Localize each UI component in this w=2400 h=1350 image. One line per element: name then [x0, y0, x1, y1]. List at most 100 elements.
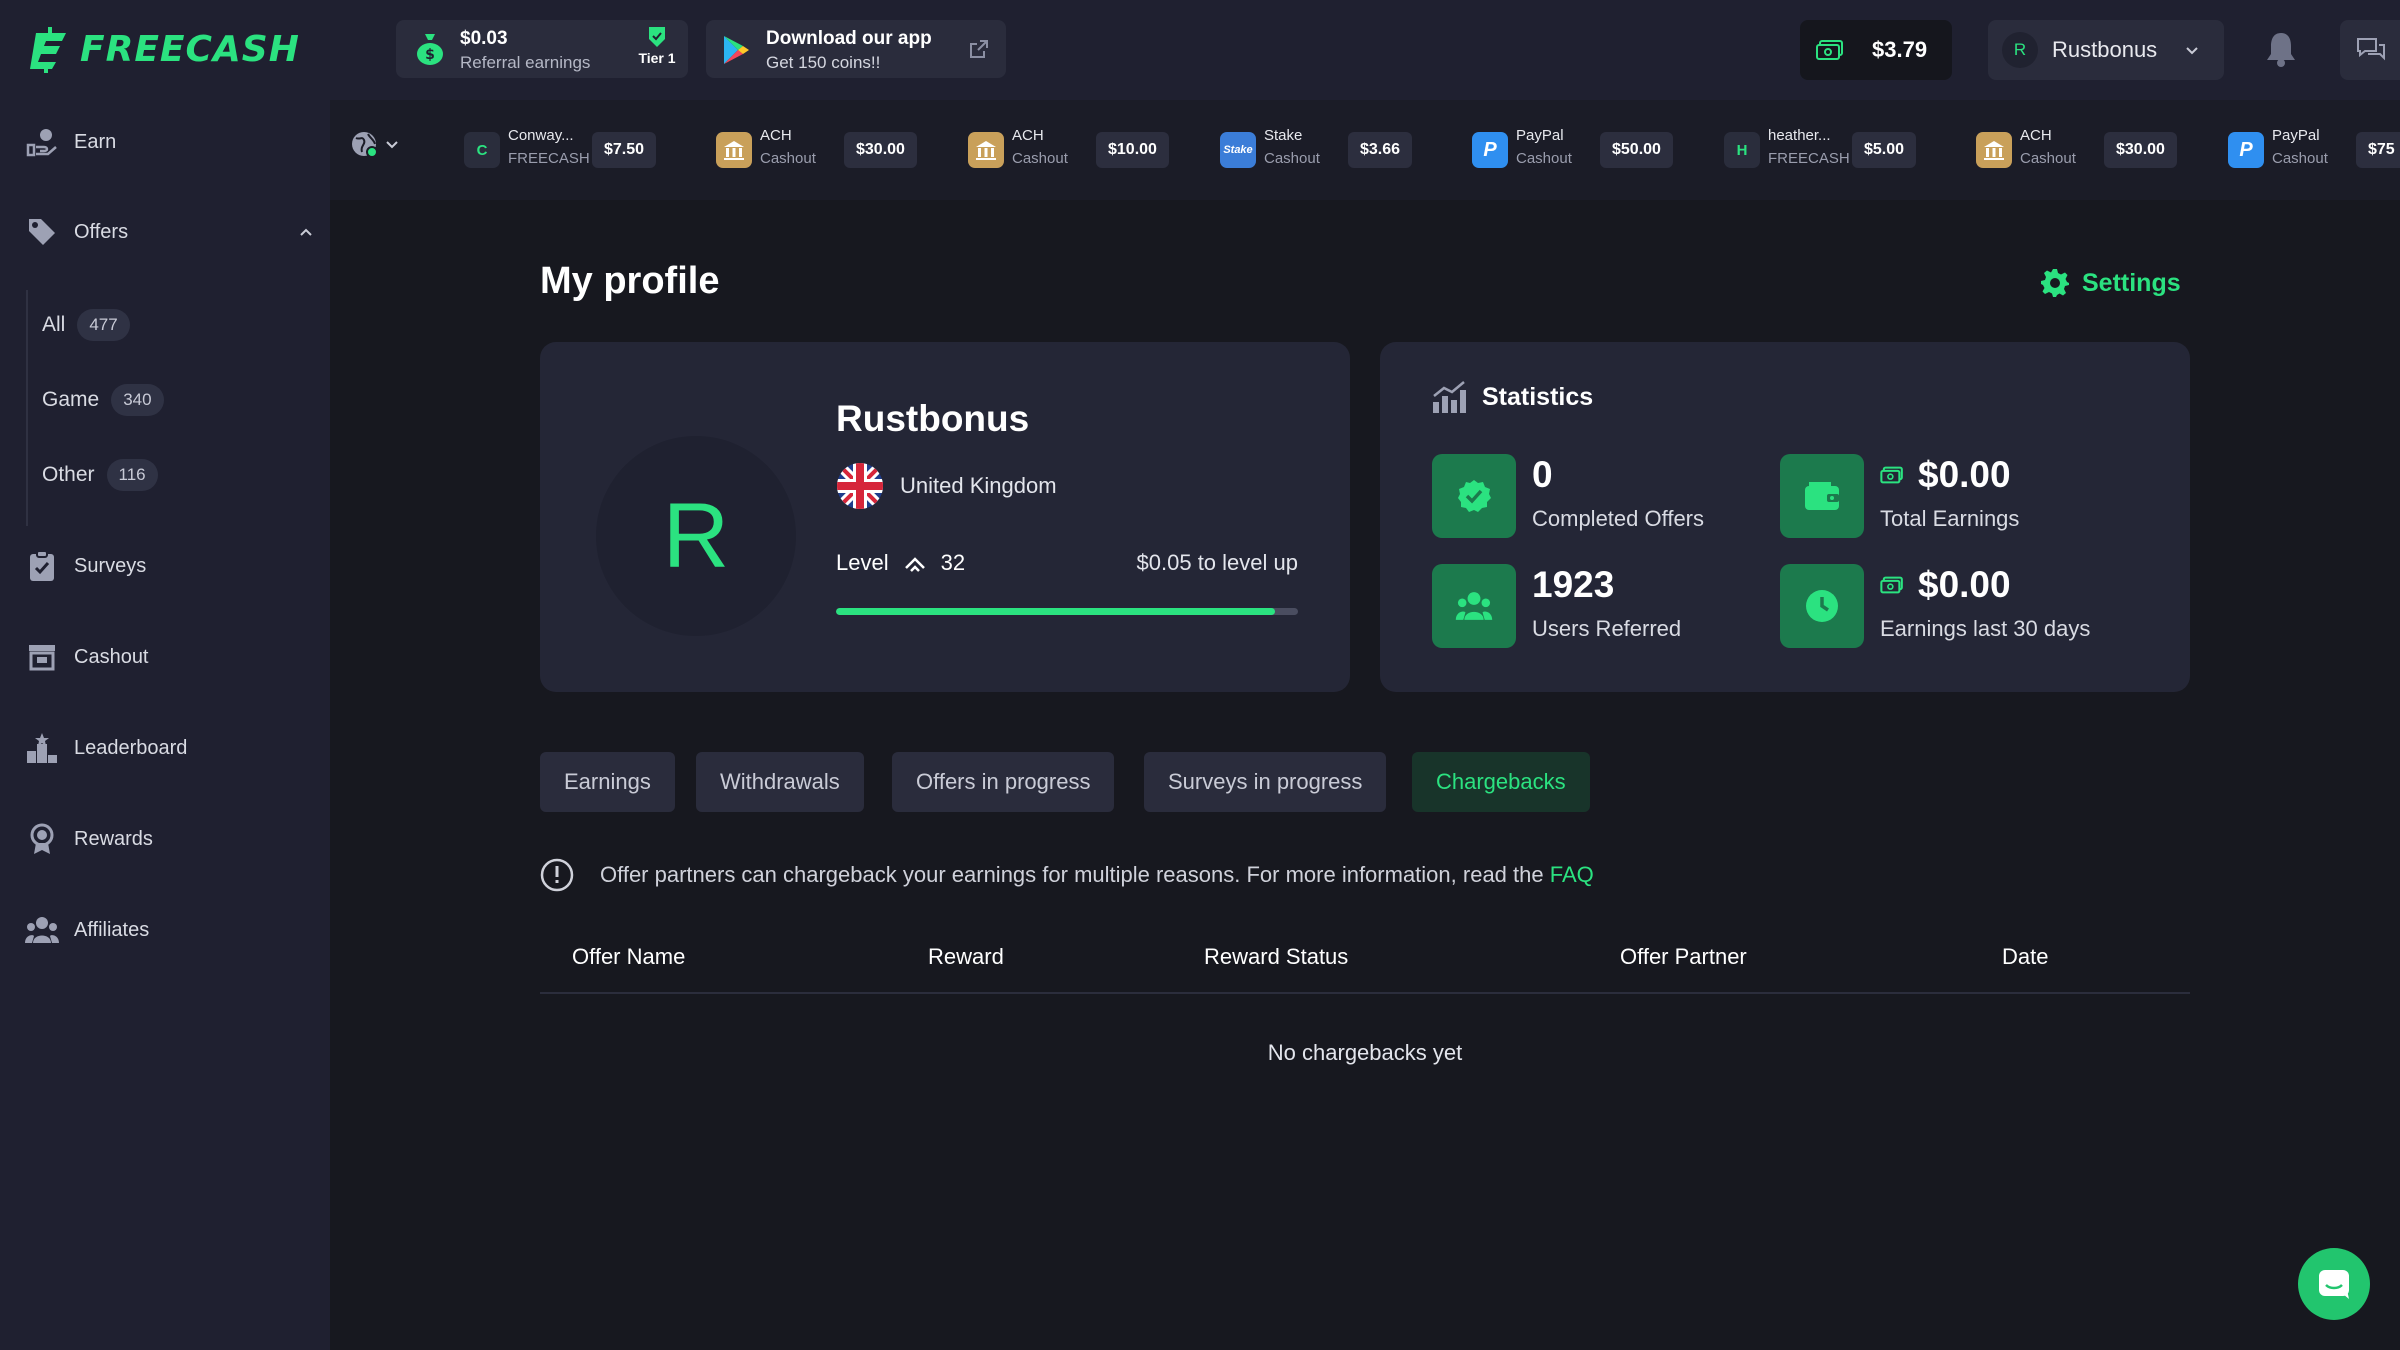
offer-category-other[interactable]: Other 116 [42, 455, 158, 495]
sidebar-item-label: Affiliates [74, 918, 150, 941]
statistics-heading: Statistics [1482, 382, 1594, 411]
earn-icon [24, 127, 60, 157]
ticker-amount: $3.66 [1348, 132, 1413, 168]
logo-text: FREECASH [80, 28, 300, 70]
tab-surveys-in-progress[interactable]: Surveys in progress [1144, 752, 1387, 812]
sidebar-item-affiliates[interactable]: Affiliates [24, 908, 314, 952]
chat-button[interactable] [2340, 20, 2400, 80]
chevron-up-icon[interactable] [298, 224, 314, 240]
ticker-sub: Cashout [2272, 150, 2328, 167]
ticker-name: heather... [1768, 127, 1831, 144]
podium-icon [24, 732, 60, 764]
logo[interactable]: FREECASH [26, 24, 300, 74]
page-title: My profile [540, 260, 720, 302]
balance-display[interactable]: $3.79 [1800, 20, 1952, 80]
support-chat-button[interactable] [2298, 1248, 2370, 1320]
level-label: Level [836, 550, 889, 575]
submenu-divider [26, 290, 28, 526]
chargebacks-table-header: Offer Name Reward Reward Status Offer Pa… [540, 940, 2190, 994]
bank-icon [716, 132, 752, 168]
stat-earnings-30-days: $0.00 Earnings last 30 days [1780, 564, 2120, 650]
ticker-sub: Cashout [1012, 150, 1068, 167]
sidebar-item-surveys[interactable]: Surveys [24, 544, 314, 588]
stat-value: 0 [1532, 454, 1553, 495]
gear-icon [2041, 269, 2069, 297]
column-header-offer-name[interactable]: Offer Name [572, 944, 685, 970]
ticker-item[interactable]: ACH Cashout $10.00 [958, 122, 1206, 178]
profile-country: United Kingdom [836, 462, 1057, 510]
clipboard-check-icon [24, 550, 60, 582]
category-label: Game [42, 388, 100, 411]
offer-category-game[interactable]: Game 340 [42, 380, 164, 420]
ticker-sub: Cashout [760, 150, 816, 167]
ticker-name: PayPal [1516, 127, 1564, 144]
column-header-reward[interactable]: Reward [928, 944, 1004, 970]
sidebar-item-label: Earn [74, 130, 117, 153]
sidebar-item-earn[interactable]: Earn [24, 120, 314, 164]
user-menu-button[interactable]: R Rustbonus [1988, 20, 2224, 80]
users-icon [1455, 592, 1493, 620]
tag-icon [24, 217, 60, 247]
check-badge-icon [1458, 480, 1491, 512]
ticker-amount: $30.00 [2104, 132, 2177, 168]
ticker-sub: FREECASH [508, 150, 590, 167]
stat-total-earnings: $0.00 Total Earnings [1780, 454, 2120, 540]
uk-flag-icon [837, 463, 883, 509]
settings-link[interactable]: Settings [2040, 268, 2181, 298]
sidebar-item-rewards[interactable]: Rewards [24, 817, 314, 861]
username: Rustbonus [2052, 37, 2158, 62]
bank-icon [1976, 132, 2012, 168]
referral-label: Referral earnings [460, 53, 591, 72]
app-promo-subtitle: Get 150 coins!! [766, 53, 881, 72]
tab-earnings[interactable]: Earnings [540, 752, 675, 812]
sidebar: Earn Offers All 477 Game 340 Other 116 S… [0, 100, 330, 1350]
sidebar-item-leaderboard[interactable]: Leaderboard [24, 726, 314, 770]
stake-icon: Stake [1220, 132, 1256, 168]
column-header-date[interactable]: Date [2002, 944, 2048, 970]
region-selector[interactable] [350, 130, 400, 158]
ticker-item[interactable]: Stake Stake Cashout $3.66 [1210, 122, 1458, 178]
ticker-name: ACH [1012, 127, 1044, 144]
user-initial-icon: C [464, 132, 500, 168]
bell-icon[interactable] [2264, 30, 2298, 68]
award-icon [24, 823, 60, 855]
live-cashout-ticker: C Conway... FREECASH $7.50 ACH Cashout $… [330, 100, 2400, 200]
ticker-item[interactable]: ACH Cashout $30.00 [706, 122, 954, 178]
sidebar-item-label: Offers [74, 220, 129, 243]
column-header-offer-partner[interactable]: Offer Partner [1620, 944, 1747, 970]
faq-link[interactable]: FAQ [1550, 862, 1594, 887]
paypal-icon: P [1472, 132, 1508, 168]
avatar: R [2002, 32, 2038, 68]
referral-earnings-card[interactable]: $ $0.03 Referral earnings Tier 1 [396, 20, 688, 78]
level-progress-fill [836, 608, 1275, 615]
tab-chargebacks[interactable]: Chargebacks [1412, 752, 1590, 812]
ticker-item[interactable]: C Conway... FREECASH $7.50 [454, 122, 702, 178]
ticker-item[interactable]: H heather... FREECASH $5.00 [1714, 122, 1962, 178]
chargeback-info: Offer partners can chargeback your earni… [540, 858, 1594, 892]
profile-avatar: R [596, 436, 796, 636]
ticker-item[interactable]: ACH Cashout $30.00 [1966, 122, 2214, 178]
statistics-card: Statistics 0 Completed Offers $0.00 Tota… [1380, 342, 2190, 692]
statistics-title: Statistics [1432, 380, 1593, 414]
sidebar-item-offers[interactable]: Offers [24, 210, 314, 254]
ticker-sub: Cashout [2020, 150, 2076, 167]
ticker-item[interactable]: P PayPal Cashout $50.00 [1462, 122, 1710, 178]
level-progress-bar [836, 608, 1298, 615]
paypal-icon: P [2228, 132, 2264, 168]
download-app-card[interactable]: Download our app Get 150 coins!! [706, 20, 1006, 78]
sidebar-item-label: Rewards [74, 827, 153, 850]
stat-completed-offers: 0 Completed Offers [1432, 454, 1772, 540]
ticker-item[interactable]: P PayPal Cashout $75 [2218, 122, 2400, 178]
info-text-wrapper: Offer partners can chargeback your earni… [600, 862, 1594, 888]
column-header-reward-status[interactable]: Reward Status [1204, 944, 1348, 970]
stat-label: Earnings last 30 days [1880, 616, 2091, 641]
tab-offers-in-progress[interactable]: Offers in progress [892, 752, 1115, 812]
tab-withdrawals[interactable]: Withdrawals [696, 752, 864, 812]
stat-label: Total Earnings [1880, 506, 2020, 531]
offer-category-all[interactable]: All 477 [42, 305, 130, 345]
sidebar-item-cashout[interactable]: Cashout [24, 635, 314, 679]
stat-label: Users Referred [1532, 616, 1682, 641]
level-up-requirement: $0.05 to level up [1136, 550, 1298, 575]
ticker-name: Conway... [508, 127, 574, 144]
tier-badge: Tier 1 [632, 26, 682, 66]
